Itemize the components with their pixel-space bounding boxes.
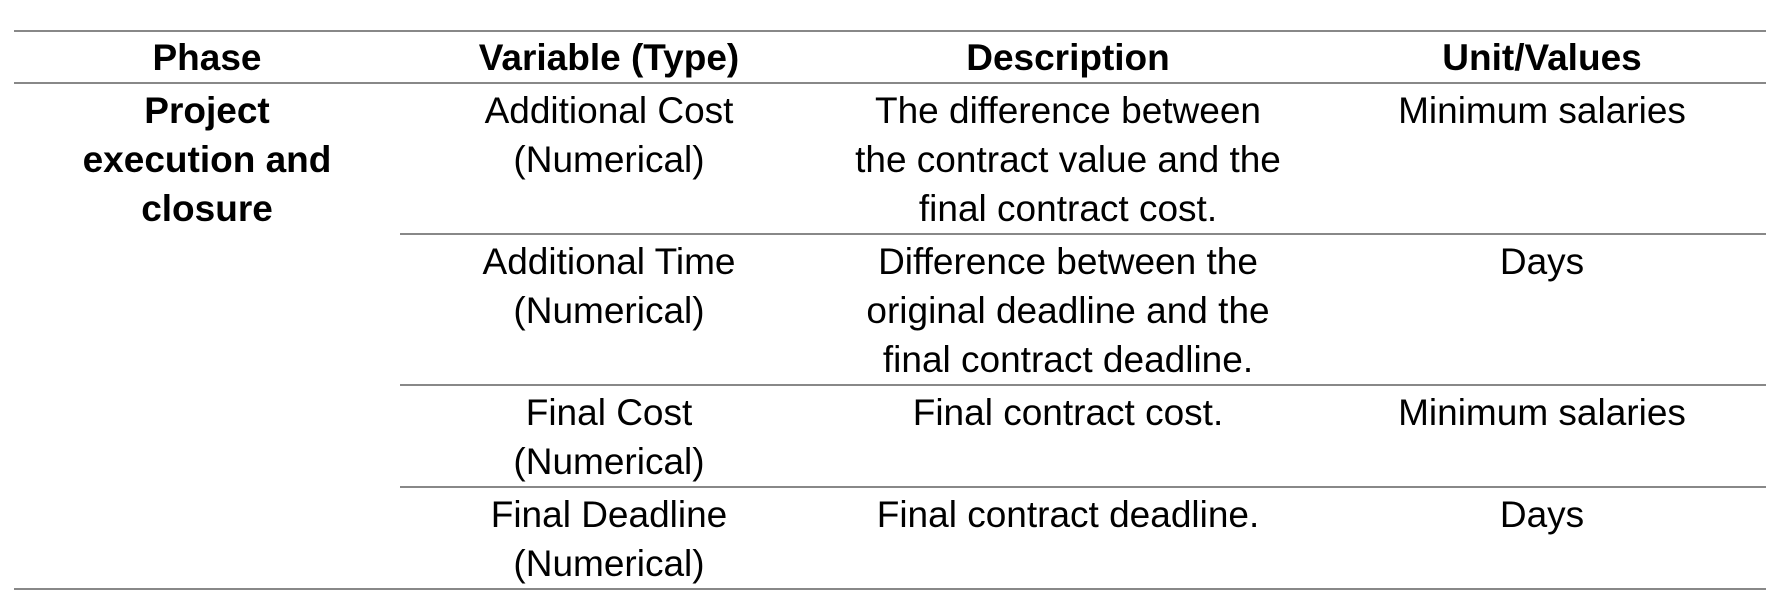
- variable-name: Additional Cost: [484, 90, 734, 131]
- description-cell: Difference between the original deadline…: [818, 234, 1318, 386]
- variable-cell: Final Cost (Numerical): [400, 385, 818, 488]
- header-phase: Phase: [14, 30, 400, 84]
- phase-cell: Project execution and closure: [14, 83, 400, 590]
- variable-name: Final Cost: [525, 392, 693, 433]
- header-description: Description: [818, 30, 1318, 84]
- description-cell: The difference between the contract valu…: [818, 83, 1318, 235]
- description-line: Final contract deadline.: [876, 494, 1260, 535]
- description-line: Difference between the: [878, 241, 1258, 282]
- variable-cell: Additional Cost (Numerical): [400, 83, 818, 235]
- description-line: Final contract cost.: [912, 392, 1224, 433]
- variable-type: (Numerical): [513, 543, 705, 584]
- variable-type: (Numerical): [513, 290, 705, 331]
- header-unit-values: Unit/Values: [1318, 30, 1766, 84]
- description-line: final contract cost.: [918, 188, 1218, 229]
- description-cell: Final contract cost.: [818, 385, 1318, 488]
- variable-cell: Additional Time (Numerical): [400, 234, 818, 386]
- phase-line: execution and: [82, 139, 332, 180]
- description-line: final contract deadline.: [882, 339, 1254, 380]
- variable-name: Additional Time: [482, 241, 736, 282]
- phase-line: closure: [141, 188, 273, 229]
- unit-cell: Days: [1318, 234, 1766, 386]
- header-variable-type: Variable (Type): [400, 30, 818, 84]
- description-line: The difference between: [874, 90, 1262, 131]
- description-line: original deadline and the: [866, 290, 1270, 331]
- variable-cell: Final Deadline (Numerical): [400, 487, 818, 590]
- phase-line: Project: [144, 90, 270, 131]
- variable-type: (Numerical): [513, 441, 705, 482]
- description-line: the contract value and the: [855, 139, 1281, 180]
- unit-cell: Days: [1318, 487, 1766, 590]
- variable-name: Final Deadline: [490, 494, 728, 535]
- description-cell: Final contract deadline.: [818, 487, 1318, 590]
- variables-table: Phase Variable (Type) Description Unit/V…: [14, 30, 1766, 590]
- unit-cell: Minimum salaries: [1318, 83, 1766, 235]
- unit-cell: Minimum salaries: [1318, 385, 1766, 488]
- variables-table-wrapper: Phase Variable (Type) Description Unit/V…: [14, 30, 1766, 590]
- table-row: Project execution and closure Additional…: [14, 83, 1766, 590]
- table-header-row: Phase Variable (Type) Description Unit/V…: [14, 30, 1766, 84]
- variable-type: (Numerical): [513, 139, 705, 180]
